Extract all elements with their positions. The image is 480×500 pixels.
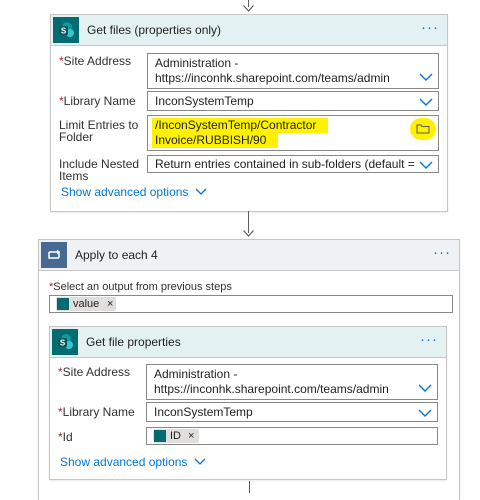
value-token[interactable]: value ×: [56, 297, 116, 311]
limit-entries-folder-input[interactable]: /InconSystemTemp/Contractor Invoice/RUBB…: [147, 115, 439, 151]
id-token[interactable]: ID ×: [153, 429, 199, 443]
token-remove-button[interactable]: ×: [107, 298, 113, 310]
sharepoint-icon: S: [53, 17, 79, 43]
folder-picker-button[interactable]: [410, 118, 436, 140]
chevron-down-icon[interactable]: [417, 408, 433, 418]
library-name-value: InconSystemTemp: [155, 94, 254, 108]
get-file-properties-header[interactable]: S Get file properties ···: [50, 327, 446, 358]
chevron-down-icon: [195, 188, 207, 195]
site-address-value-line1: Administration -: [155, 56, 239, 70]
chevron-down-icon[interactable]: [418, 97, 434, 107]
card-title: Get files (properties only): [87, 23, 222, 37]
show-advanced-options-link[interactable]: Show advanced options: [61, 185, 207, 199]
limit-entries-label: Limit Entries to Folder: [59, 118, 139, 144]
apply-to-each-header[interactable]: Apply to each 4 ···: [39, 240, 459, 271]
id-input[interactable]: ID ×: [146, 427, 438, 445]
library-name-label: *Library Name: [58, 405, 135, 419]
site-address-dropdown[interactable]: Administration - https://inconhk.sharepo…: [146, 364, 438, 400]
apply-to-each-container: Apply to each 4 ··· *Select an output fr…: [38, 239, 460, 500]
card-title: Get file properties: [86, 335, 181, 349]
connector-arrow-icon: [243, 5, 254, 12]
select-output-label: *Select an output from previous steps: [49, 281, 232, 293]
sharepoint-icon: S: [52, 329, 78, 355]
site-address-value-line2: https://inconhk.sharepoint.com/teams/adm…: [155, 71, 390, 85]
connector-line: [249, 481, 250, 493]
folder-path-line2: Invoice/RUBBISH/90: [152, 133, 279, 148]
site-address-dropdown[interactable]: Administration - https://inconhk.sharepo…: [147, 53, 439, 89]
library-name-value: InconSystemTemp: [154, 405, 253, 419]
folder-icon: [416, 124, 430, 134]
token-label: ID: [170, 430, 181, 442]
chevron-down-icon[interactable]: [417, 383, 433, 393]
sharepoint-icon: [57, 298, 69, 310]
show-advanced-options-link[interactable]: Show advanced options: [60, 455, 206, 469]
container-title: Apply to each 4: [75, 248, 158, 262]
site-address-value-line1: Administration -: [154, 367, 238, 381]
chevron-down-icon: [194, 458, 206, 465]
more-options-button[interactable]: ···: [420, 331, 438, 348]
include-nested-value: Return entries contained in sub-folders …: [155, 157, 415, 171]
include-nested-dropdown[interactable]: Return entries contained in sub-folders …: [147, 155, 439, 173]
library-name-dropdown[interactable]: InconSystemTemp: [147, 91, 439, 111]
get-files-card-header[interactable]: S Get files (properties only) ···: [51, 15, 447, 46]
loop-icon: [41, 242, 67, 268]
chevron-down-icon[interactable]: [418, 160, 434, 170]
get-file-properties-card: S Get file properties ··· *Site Address …: [49, 326, 447, 480]
svg-text:S: S: [61, 27, 67, 36]
svg-text:S: S: [60, 339, 66, 348]
id-label: *Id: [58, 430, 73, 444]
site-address-label: *Site Address: [58, 365, 131, 379]
library-name-label: *Library Name: [59, 94, 136, 108]
get-files-card: S Get files (properties only) ··· *Site …: [50, 14, 448, 212]
library-name-dropdown[interactable]: InconSystemTemp: [146, 402, 438, 422]
more-options-button[interactable]: ···: [433, 244, 451, 261]
token-label: value: [73, 298, 100, 310]
chevron-down-icon[interactable]: [418, 72, 434, 82]
token-remove-button[interactable]: ×: [188, 430, 194, 442]
connector-arrow-icon: [243, 230, 254, 237]
site-address-value-line2: https://inconhk.sharepoint.com/teams/adm…: [154, 382, 389, 396]
select-output-input[interactable]: value ×: [49, 295, 453, 313]
site-address-label: *Site Address: [59, 54, 132, 68]
sharepoint-icon: [154, 430, 166, 442]
folder-path-line1: /InconSystemTemp/Contractor: [152, 118, 329, 133]
more-options-button[interactable]: ···: [421, 19, 439, 36]
include-nested-label: Include Nested Items: [59, 157, 140, 183]
